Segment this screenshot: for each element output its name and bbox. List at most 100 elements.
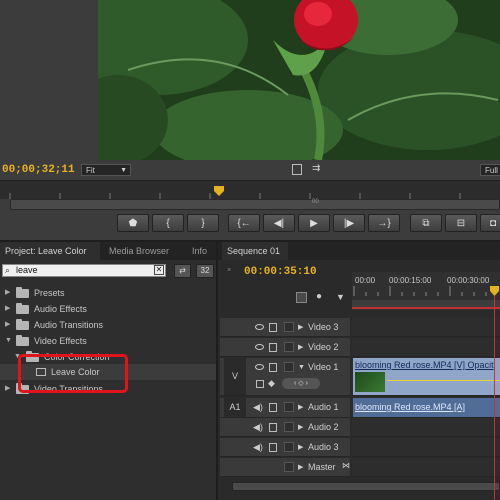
bin-count-badge[interactable]: 32	[196, 264, 214, 278]
display-style-icon[interactable]	[256, 380, 264, 388]
output-icon[interactable]: ⇉	[312, 163, 320, 174]
go-to-in-button[interactable]: {←	[228, 214, 260, 232]
set-in-button[interactable]: {	[152, 214, 184, 232]
clear-search-icon[interactable]: ✕	[154, 265, 164, 275]
film-icon[interactable]	[269, 443, 277, 452]
close-icon[interactable]: ×	[227, 267, 231, 274]
play-icon: ▶	[310, 218, 318, 229]
eye-icon[interactable]	[255, 344, 264, 350]
play-button[interactable]: ▶	[298, 214, 330, 232]
monitor-playhead[interactable]	[214, 186, 224, 196]
clip-thumbnail	[355, 372, 385, 392]
overwrite-button[interactable]: ⊟	[445, 214, 477, 232]
chevron-right-icon[interactable]: ▶	[298, 438, 303, 457]
timeline-tabbar: Sequence 01 ×	[218, 242, 500, 274]
timeline-hscrollbar[interactable]	[232, 482, 500, 491]
track-header-audio-1[interactable]: A1 ◀) ▶ Audio 1	[220, 398, 350, 418]
mark-in-button[interactable]: ⬟	[117, 214, 149, 232]
resolution-dropdown[interactable]: Full	[480, 164, 500, 176]
tree-item-label: Audio Effects	[34, 304, 87, 314]
track-header-master[interactable]: ▶ Master ⋈	[220, 458, 350, 477]
eye-icon[interactable]	[255, 324, 264, 330]
track-body-video-1[interactable]: blooming Red rose.MP4 [V] Opacit	[352, 358, 500, 396]
chevron-right-icon[interactable]: ▶	[298, 458, 303, 477]
track-body-master[interactable]	[352, 458, 500, 477]
lock-toggle[interactable]	[284, 342, 294, 352]
tree-item-presets[interactable]: ▶ Presets	[0, 285, 216, 301]
step-back-button[interactable]: ◀|	[263, 214, 295, 232]
export-frame-button[interactable]: ◘	[480, 214, 500, 232]
tree-item-audio-effects[interactable]: ▶ Audio Effects	[0, 301, 216, 317]
timeline-playhead[interactable]	[490, 286, 499, 296]
new-bin-button[interactable]: ⇄	[174, 264, 191, 278]
tab-sequence-01[interactable]: Sequence 01 ×	[222, 242, 288, 274]
speaker-icon[interactable]: ◀)	[253, 442, 263, 452]
master-expand-icon[interactable]: ⋈	[342, 458, 350, 473]
lock-toggle[interactable]	[284, 322, 294, 332]
speaker-icon[interactable]: ◀)	[253, 402, 263, 412]
fit-dropdown[interactable]: Fit ▼	[81, 164, 131, 176]
speaker-icon[interactable]: ◀)	[253, 422, 263, 432]
track-name: Video 1	[308, 362, 339, 372]
track-body-video-3[interactable]	[352, 318, 500, 337]
folder-icon	[16, 287, 29, 298]
source-patch-a1[interactable]: A1	[224, 398, 246, 417]
tree-item-label: Presets	[34, 288, 65, 298]
chevron-right-icon[interactable]: ▶	[298, 338, 303, 357]
insert-button[interactable]: ⧉	[410, 214, 442, 232]
tab-media-browser[interactable]: Media Browser	[104, 242, 182, 260]
keyframe-icon[interactable]: ◆	[268, 378, 275, 389]
chevron-right-icon[interactable]: ▶	[298, 418, 303, 437]
track-body-audio-2[interactable]	[352, 418, 500, 437]
source-patch-v[interactable]: V	[224, 358, 246, 395]
film-icon[interactable]	[269, 363, 277, 372]
marker-icon: ⬟	[128, 218, 138, 229]
track-body-audio-3[interactable]	[352, 438, 500, 457]
film-icon[interactable]	[269, 323, 277, 332]
go-out-icon: →}	[377, 218, 391, 229]
track-body-audio-1[interactable]: blooming Red rose.MP4 [A]	[352, 398, 500, 418]
tree-item-video-effects[interactable]: ▼ Video Effects	[0, 333, 216, 349]
track-header-video-2[interactable]: ▶ Video 2	[220, 338, 350, 357]
tree-item-audio-transitions[interactable]: ▶ Audio Transitions	[0, 317, 216, 333]
sequence-timecode[interactable]: 00:00:35:10	[244, 266, 317, 278]
safe-margins-icon[interactable]	[292, 164, 302, 175]
keyframe-navigator[interactable]: ‹ ◇ ›	[282, 378, 320, 389]
track-header-audio-3[interactable]: ◀) ▶ Audio 3	[220, 438, 350, 457]
tree-item-label: Audio Transitions	[34, 320, 104, 330]
eye-icon[interactable]	[255, 364, 264, 370]
track-body-video-2[interactable]	[352, 338, 500, 357]
tree-item-label: Video Effects	[34, 336, 87, 346]
highlight-box	[18, 354, 128, 393]
video-clip[interactable]: blooming Red rose.MP4 [V] Opacit	[353, 358, 500, 395]
lock-toggle[interactable]	[284, 402, 294, 412]
track-header-audio-2[interactable]: ◀) ▶ Audio 2	[220, 418, 350, 437]
tab-project[interactable]: Project: Leave Color	[0, 242, 100, 260]
lock-toggle[interactable]	[284, 462, 294, 472]
lock-toggle[interactable]	[284, 362, 294, 372]
film-icon[interactable]	[269, 423, 277, 432]
chevron-right-icon[interactable]: ▶	[298, 318, 303, 337]
track-header-video-3[interactable]: ▶ Video 3	[220, 318, 350, 337]
go-to-out-button[interactable]: →}	[368, 214, 400, 232]
chevron-right-icon[interactable]: ▶	[298, 398, 303, 417]
monitor-zoom-scrollbar[interactable]	[10, 199, 500, 210]
monitor-timecode[interactable]: 00;00;32;11	[2, 164, 75, 176]
chevron-down-icon: ▼	[5, 337, 12, 344]
set-out-button[interactable]: }	[187, 214, 219, 232]
lock-toggle[interactable]	[284, 422, 294, 432]
chevron-down-icon[interactable]: ▼	[298, 358, 305, 377]
audio-clip[interactable]: blooming Red rose.MP4 [A]	[353, 398, 500, 417]
snap-icon[interactable]	[296, 292, 307, 303]
add-marker-icon[interactable]: ●	[316, 291, 322, 302]
full-value: Full	[485, 166, 498, 175]
track-header-video-1[interactable]: V ▼ Video 1 ◆ ‹ ◇ ›	[220, 358, 350, 396]
step-forward-button[interactable]: |▶	[333, 214, 365, 232]
monitor-time-ruler[interactable]	[0, 180, 500, 199]
film-icon[interactable]	[269, 403, 277, 412]
tab-info[interactable]: Info	[187, 242, 215, 260]
film-icon[interactable]	[269, 343, 277, 352]
marker-icon[interactable]: ▼	[336, 292, 345, 302]
lock-toggle[interactable]	[284, 442, 294, 452]
search-input[interactable]: leave	[2, 264, 166, 277]
